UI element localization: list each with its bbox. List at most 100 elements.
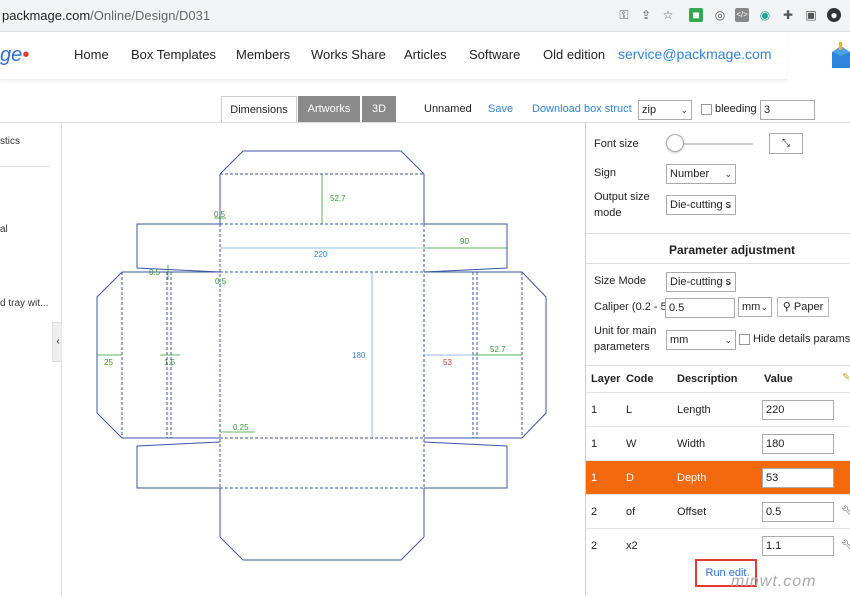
format-select[interactable]: zip ⌄ — [638, 100, 692, 120]
chevron-left-icon: ‹ — [56, 336, 60, 347]
collapse-arrows-icon: ⤡ — [782, 138, 790, 149]
hide-details-checkbox[interactable] — [739, 334, 750, 345]
watermark: minwt.com — [731, 573, 817, 590]
dim-label-left-small: 0.5 — [149, 268, 161, 277]
code-extension-icon[interactable]: </> — [735, 8, 749, 22]
caliper-input[interactable]: 0.5 — [665, 298, 735, 318]
sidebar-icon[interactable]: ▣ — [804, 8, 818, 22]
sign-label: Sign — [594, 167, 617, 179]
cell-layer: 1 — [591, 438, 598, 450]
top-flap-outline — [219, 150, 425, 175]
output-size-mode-label: mode — [594, 207, 622, 219]
cell-code: D — [626, 472, 634, 484]
bleeding-label: bleeding — [715, 103, 757, 115]
caliper-label: Caliper (0.2 - 5) — [594, 301, 671, 313]
column-header-code: Code — [626, 373, 654, 385]
nav-home[interactable]: Home — [74, 47, 109, 62]
dim-label-bottom-small: 0.25 — [233, 423, 249, 432]
wrench-icon[interactable]: 🔧︎ — [841, 539, 850, 552]
pencil-icon[interactable]: ✎ — [842, 372, 850, 383]
dieline-canvas[interactable]: 52.7 0.5 220 90 0.5 0.5 180 25 1.5 53 52… — [62, 123, 585, 595]
puzzle-icon[interactable]: ✚ — [781, 8, 795, 22]
bottom-flap-outline — [219, 536, 425, 561]
cell-layer: 1 — [591, 472, 598, 484]
cell-layer: 2 — [591, 540, 598, 552]
unit-select[interactable]: mm ⌄ — [666, 330, 736, 350]
section-divider — [586, 233, 850, 234]
depth-value-input[interactable]: 53 — [762, 468, 834, 488]
nav-software[interactable]: Software — [469, 47, 520, 62]
wrench-icon[interactable]: 🔧︎ — [841, 505, 850, 518]
dim-label-right-flap: 52.7 — [490, 345, 506, 354]
dim-label-top-flap: 52.7 — [330, 194, 346, 203]
tab-3d[interactable]: 3D — [362, 96, 396, 123]
extension-icon[interactable]: ◎ — [713, 8, 727, 22]
dim-label-1-5: 1.5 — [164, 358, 176, 367]
search-icon: ⚲ — [782, 301, 794, 313]
offset-value-input[interactable]: 0.5 — [762, 502, 834, 522]
bleeding-input[interactable]: 3 — [760, 100, 815, 120]
list-item[interactable]: d tray wit... — [0, 298, 48, 309]
hide-details-label: Hide details params — [753, 333, 850, 345]
extension-icon[interactable]: ◉ — [758, 8, 772, 22]
output-size-select[interactable]: Die-cutting s ⌄ — [666, 195, 736, 215]
share-icon[interactable]: ⇪ — [639, 8, 653, 22]
parameter-panel: Font size ⤡ Sign Number ⌄ Output size mod… — [585, 123, 850, 595]
dieline-drawing: 52.7 0.5 220 90 0.5 0.5 180 25 1.5 53 52… — [96, 150, 547, 561]
bleeding-checkbox[interactable] — [701, 104, 712, 115]
dim-label-side-flap: 90 — [460, 237, 469, 246]
font-size-label: Font size — [594, 138, 639, 150]
url-path: /Online/Design/D031 — [90, 8, 211, 23]
cell-code: x2 — [626, 540, 638, 552]
list-item[interactable]: al — [0, 224, 8, 235]
cell-description: Width — [677, 438, 706, 450]
right-bottom-tab-outline — [423, 441, 508, 489]
cell-layer: 1 — [591, 404, 598, 416]
nav-email-link[interactable]: service@packmage.com — [618, 46, 772, 62]
cell-layer: 2 — [591, 506, 598, 518]
dim-label-width: 180 — [352, 351, 366, 360]
font-size-slider-thumb[interactable] — [666, 134, 684, 152]
width-value-input[interactable]: 180 — [762, 434, 834, 454]
table-row: 1 W Width 180 — [586, 426, 850, 460]
table-top-border — [586, 365, 850, 366]
size-mode-select[interactable]: Die-cutting s ⌄ — [666, 272, 736, 292]
nav-members[interactable]: Members — [236, 47, 290, 62]
design-name[interactable]: Unnamed — [424, 103, 472, 115]
paper-button[interactable]: ⚲ Paper — [777, 297, 829, 317]
star-icon[interactable]: ☆ — [661, 8, 675, 22]
nav-box-templates[interactable]: Box Templates — [131, 47, 216, 62]
dim-label-25: 25 — [104, 358, 113, 367]
fullscreen-button[interactable]: ⤡ — [769, 133, 803, 154]
dim-label-length: 220 — [314, 250, 328, 259]
unit-label-2: parameters — [594, 341, 650, 353]
sign-select[interactable]: Number ⌄ — [666, 164, 736, 184]
gift-box-icon — [832, 42, 850, 68]
site-logo[interactable]: ge• — [0, 44, 29, 67]
nav-old-edition[interactable]: Old edition — [543, 47, 605, 62]
extension-icon[interactable]: ■ — [689, 8, 703, 22]
cell-code: L — [626, 404, 633, 416]
column-header-layer: Layer — [591, 373, 621, 385]
save-link[interactable]: Save — [488, 103, 513, 115]
nav-articles[interactable]: Articles — [404, 47, 447, 62]
key-icon[interactable]: ⚿ — [617, 8, 631, 22]
list-item[interactable]: stics — [0, 136, 20, 147]
download-box-struct-link[interactable]: Download box struct — [532, 103, 632, 115]
browser-toolbar: packmage.com/Online/Design/D031 ⚿ ⇪ ☆ ■ … — [0, 0, 850, 32]
column-header-value: Value — [764, 373, 793, 385]
tab-dimensions[interactable]: Dimensions — [221, 96, 297, 123]
tab-artworks[interactable]: Artworks — [298, 96, 360, 123]
caliper-unit-select[interactable]: mm ⌄ — [738, 297, 772, 317]
dim-label-left-small-2: 0.5 — [215, 277, 227, 286]
menu-bar: ge• Home Box Templates Members Works Sha… — [0, 32, 787, 80]
nav-works-share[interactable]: Works Share — [311, 47, 386, 62]
x2-value-input[interactable]: 1.1 — [762, 536, 834, 556]
length-value-input[interactable]: 220 — [762, 400, 834, 420]
left-top-tab-outline — [136, 223, 221, 273]
left-bottom-tab-outline — [136, 441, 221, 489]
column-header-description: Description — [677, 373, 738, 385]
address-bar[interactable]: packmage.com/Online/Design/D031 — [2, 8, 210, 23]
profile-icon[interactable]: ● — [827, 8, 841, 22]
table-row: 2 x2 1.1 🔧︎ — [586, 528, 850, 562]
